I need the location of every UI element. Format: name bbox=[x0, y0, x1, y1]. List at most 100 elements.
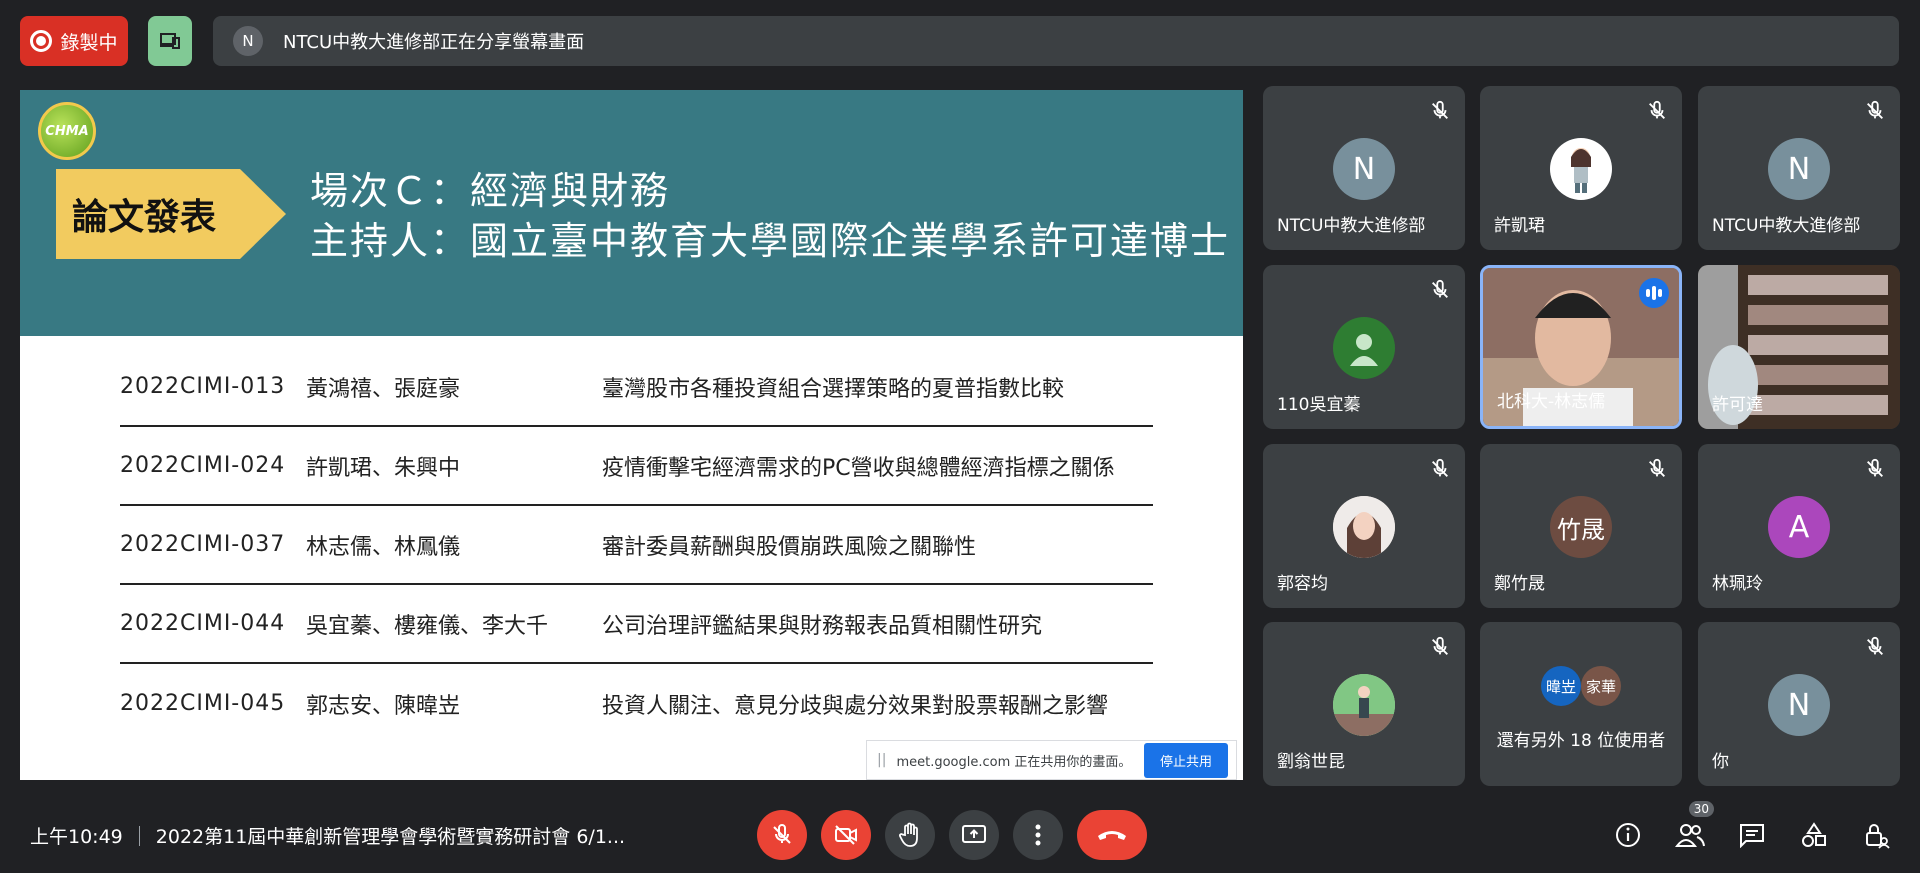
meeting-title[interactable]: 2022第11屆中華創新管理學會學術暨實務研討會 6/1... bbox=[156, 822, 625, 849]
meeting-details-button[interactable] bbox=[1610, 815, 1646, 855]
avatar bbox=[1333, 317, 1395, 379]
participant-name: 劉翁世昆 bbox=[1277, 752, 1345, 772]
chat-icon bbox=[1740, 824, 1764, 848]
drag-handle-icon[interactable]: || bbox=[877, 752, 886, 768]
slide-header: CHMA 論文發表 場次Ｃ：經濟與財務 主持人：國立臺中教育大學國際企業學系許可… bbox=[20, 90, 1243, 336]
presentation-chip[interactable] bbox=[148, 16, 192, 66]
mic-off-icon bbox=[1867, 100, 1883, 119]
paper-title: 投資人關注、意見分歧與處分效果對股票報酬之影響 bbox=[602, 693, 1109, 719]
activities-button[interactable] bbox=[1796, 815, 1832, 855]
mic-off-icon bbox=[1649, 100, 1665, 119]
table-row: 2022CIMI-024 許凱珺、朱興中 疫情衝擊宅經濟需求的PC營收與總體經濟… bbox=[120, 427, 1153, 506]
participant-name: 許凱珺 bbox=[1494, 216, 1545, 236]
call-end-icon bbox=[1098, 831, 1126, 840]
present-icon bbox=[962, 825, 986, 843]
camera-off-icon bbox=[835, 825, 857, 845]
recording-label: 錄製中 bbox=[60, 31, 118, 54]
mic-off-icon bbox=[1649, 458, 1665, 477]
lock-person-icon bbox=[1866, 824, 1890, 849]
paper-authors: 林志儒、林鳳儀 bbox=[306, 534, 461, 560]
paper-id: 2022CIMI-045 bbox=[120, 691, 286, 716]
participant-tile[interactable]: 竹晟 鄭竹晟 bbox=[1480, 444, 1682, 608]
participant-name: NTCU中教大進修部 bbox=[1277, 216, 1426, 236]
avatar: N bbox=[1333, 138, 1395, 200]
clock-time: 上午10:49 bbox=[30, 826, 123, 848]
paper-authors: 許凱珺、朱興中 bbox=[306, 455, 461, 481]
info-icon bbox=[1616, 823, 1640, 847]
share-notice-text: meet.google.com 正在共用你的畫面。 bbox=[896, 754, 1132, 770]
paper-id: 2022CIMI-044 bbox=[120, 611, 286, 636]
mic-off-icon bbox=[1432, 458, 1448, 477]
devices-icon bbox=[160, 33, 180, 49]
paper-id: 2022CIMI-024 bbox=[120, 453, 286, 478]
avatar: 家華 bbox=[1581, 666, 1621, 706]
participant-name: 鄭竹晟 bbox=[1494, 574, 1545, 594]
participant-name: 郭容均 bbox=[1277, 574, 1328, 594]
camera-toggle-button[interactable] bbox=[821, 810, 871, 860]
avatar: N bbox=[1768, 138, 1830, 200]
avatar: 暐岦 bbox=[1541, 666, 1581, 706]
present-screen-button[interactable] bbox=[949, 810, 999, 860]
speaking-indicator-icon bbox=[1639, 278, 1669, 308]
chma-logo: CHMA bbox=[38, 102, 96, 160]
participant-name: 許可達 bbox=[1712, 395, 1763, 415]
profile-photo bbox=[1333, 496, 1395, 558]
more-participants-tile[interactable]: 暐岦 家華 還有另外 18 位使用者 bbox=[1480, 622, 1682, 786]
participant-tile[interactable]: 許凱珺 bbox=[1480, 86, 1682, 250]
mic-off-icon bbox=[1867, 458, 1883, 477]
slide-title-line1: 場次Ｃ：經濟與財務 bbox=[310, 169, 671, 213]
paper-title: 臺灣股市各種投資組合選擇策略的夏普指數比較 bbox=[602, 376, 1065, 402]
paper-title: 公司治理評鑑結果與財務報表品質相關性研究 bbox=[602, 613, 1043, 639]
participant-name: 110吳宜蓁 bbox=[1277, 395, 1361, 415]
grouped-avatars: 暐岦 家華 bbox=[1541, 666, 1621, 706]
participant-tile[interactable]: 郭容均 bbox=[1263, 444, 1465, 608]
more-vert-icon bbox=[1035, 824, 1041, 846]
paper-table: 2022CIMI-013 黃鴻禧、張庭豪 臺灣股市各種投資組合選擇策略的夏普指數… bbox=[120, 348, 1153, 743]
participant-tile[interactable]: A 林珮玲 bbox=[1698, 444, 1900, 608]
host-controls-button[interactable] bbox=[1858, 815, 1894, 855]
avatar bbox=[1550, 138, 1612, 200]
self-tile[interactable]: N 你 bbox=[1698, 622, 1900, 786]
share-banner-text: NTCU中教大進修部正在分享螢幕畫面 bbox=[283, 32, 585, 53]
raise-hand-button[interactable] bbox=[885, 810, 935, 860]
avatar: N bbox=[1768, 674, 1830, 736]
leave-call-button[interactable] bbox=[1077, 810, 1147, 860]
mic-off-icon bbox=[1867, 636, 1883, 655]
participant-tile[interactable]: N NTCU中教大進修部 bbox=[1698, 86, 1900, 250]
paper-authors: 黃鴻禧、張庭豪 bbox=[306, 376, 461, 402]
table-row: 2022CIMI-013 黃鴻禧、張庭豪 臺灣股市各種投資組合選擇策略的夏普指數… bbox=[120, 348, 1153, 427]
table-row: 2022CIMI-044 吳宜蓁、樓雍儀、李大千 公司治理評鑑結果與財務報表品質… bbox=[120, 585, 1153, 664]
participant-tile-speaking[interactable]: 北科大-林志儒 bbox=[1480, 265, 1682, 429]
avatar bbox=[1333, 496, 1395, 558]
paper-id: 2022CIMI-037 bbox=[120, 532, 286, 557]
recording-badge[interactable]: 錄製中 bbox=[20, 16, 128, 66]
paper-id: 2022CIMI-013 bbox=[120, 374, 286, 399]
mic-off-icon bbox=[1432, 279, 1448, 298]
hand-icon bbox=[899, 822, 918, 847]
table-row: 2022CIMI-037 林志儒、林鳳儀 審計委員薪酬與股價崩跌風險之關聯性 bbox=[120, 506, 1153, 585]
avatar: 竹晟 bbox=[1550, 496, 1612, 558]
stop-share-button[interactable]: 停止共用 bbox=[1143, 742, 1228, 778]
call-controls bbox=[757, 810, 1147, 860]
more-participants-label: 還有另外 18 位使用者 bbox=[1496, 731, 1666, 751]
section-label: 論文發表 bbox=[56, 169, 286, 259]
meeting-info: 上午10:49 2022第11屆中華創新管理學會學術暨實務研討會 6/1... bbox=[30, 822, 625, 849]
more-options-button[interactable] bbox=[1013, 810, 1063, 860]
mic-toggle-button[interactable] bbox=[757, 810, 807, 860]
presenter-avatar: N bbox=[233, 26, 263, 56]
paper-title: 疫情衝擊宅經濟需求的PC營收與總體經濟指標之關係 bbox=[602, 455, 1115, 481]
slide-title-line2: 主持人：國立臺中教育大學國際企業學系許可達博士 bbox=[310, 219, 1231, 263]
people-button[interactable]: 30 bbox=[1672, 801, 1714, 855]
participant-tile[interactable]: 許可達 bbox=[1698, 265, 1900, 429]
paper-title: 審計委員薪酬與股價崩跌風險之關聯性 bbox=[602, 534, 977, 560]
participant-tile[interactable]: 110吳宜蓁 bbox=[1263, 265, 1465, 429]
mic-off-icon bbox=[1432, 636, 1448, 655]
participant-name: 林珮玲 bbox=[1712, 574, 1763, 594]
participant-count-badge: 30 bbox=[1688, 801, 1714, 817]
chat-button[interactable] bbox=[1734, 815, 1770, 855]
participant-tile[interactable]: N NTCU中教大進修部 bbox=[1263, 86, 1465, 250]
cartoon-person-icon bbox=[1571, 148, 1591, 193]
participant-name: 你 bbox=[1712, 752, 1729, 772]
side-controls: 30 bbox=[1610, 801, 1894, 855]
participant-tile[interactable]: 劉翁世昆 bbox=[1263, 622, 1465, 786]
